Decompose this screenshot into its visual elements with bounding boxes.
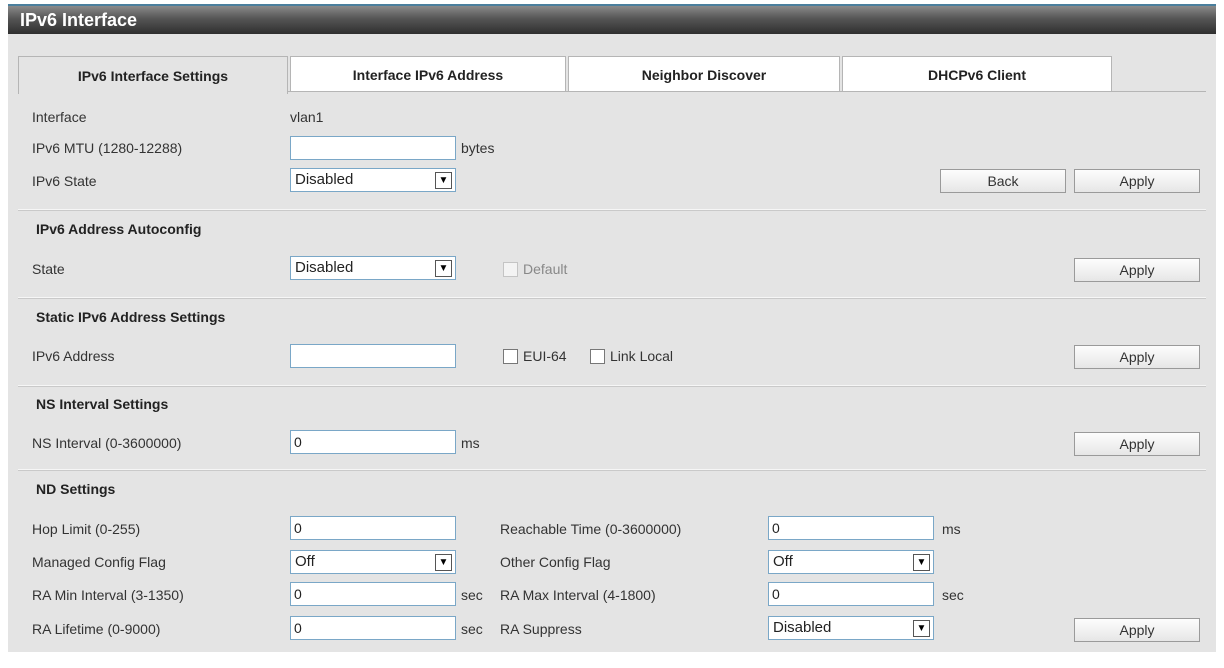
button-label: Apply xyxy=(1119,262,1155,278)
reachable-time-unit: ms xyxy=(942,521,961,537)
nd-settings-section: ND Settings Hop Limit (0-255) Reachable … xyxy=(18,471,1206,649)
tab-interface-ipv6-address[interactable]: Interface IPv6 Address xyxy=(290,56,566,92)
ra-suppress-select[interactable]: Disabled ▼ xyxy=(768,616,934,640)
ipv6-state-select[interactable]: Disabled ▼ xyxy=(290,168,456,192)
ra-lifetime-label: RA Lifetime (0-9000) xyxy=(32,621,161,637)
ra-max-interval-label: RA Max Interval (4-1800) xyxy=(500,587,656,603)
chevron-down-icon: ▼ xyxy=(435,172,452,189)
page-title: IPv6 Interface xyxy=(20,10,138,30)
ns-interval-label: NS Interval (0-3600000) xyxy=(32,435,182,451)
button-label: Back xyxy=(987,173,1019,189)
reachable-time-input[interactable] xyxy=(768,516,934,540)
ra-lifetime-input[interactable] xyxy=(290,616,456,640)
chevron-down-icon: ▼ xyxy=(913,620,930,637)
tab-dhcpv6-client[interactable]: DHCPv6 Client xyxy=(842,56,1112,92)
ra-min-interval-label: RA Min Interval (3-1350) xyxy=(32,587,184,603)
title-bar: IPv6 Interface xyxy=(8,4,1216,34)
select-value: Disabled xyxy=(773,619,832,636)
button-label: Apply xyxy=(1119,349,1155,365)
ra-max-interval-unit: sec xyxy=(942,587,964,603)
button-label: Apply xyxy=(1119,173,1155,189)
link-local-label: Link Local xyxy=(610,348,674,364)
autoconfig-state-select[interactable]: Disabled ▼ xyxy=(290,256,456,280)
autoconfig-title: IPv6 Address Autoconfig xyxy=(36,221,202,237)
ra-suppress-label: RA Suppress xyxy=(500,621,582,637)
chevron-down-icon: ▼ xyxy=(435,554,452,571)
ipv6-state-label: IPv6 State xyxy=(32,173,97,189)
tab-label: Interface IPv6 Address xyxy=(352,66,504,83)
ns-interval-unit: ms xyxy=(461,435,480,451)
static-address-section: Static IPv6 Address Settings IPv6 Addres… xyxy=(18,299,1206,386)
interface-value: vlan1 xyxy=(290,109,324,125)
hop-limit-input[interactable] xyxy=(290,516,456,540)
default-label: Default xyxy=(523,261,568,277)
mtu-unit: bytes xyxy=(461,140,495,156)
ra-lifetime-unit: sec xyxy=(461,621,483,637)
page: IPv6 Interface IPv6 Interface Settings I… xyxy=(0,0,1224,668)
select-value: Off xyxy=(773,553,793,570)
hop-limit-label: Hop Limit (0-255) xyxy=(32,521,141,537)
managed-config-flag-select[interactable]: Off ▼ xyxy=(290,550,456,574)
mtu-label: IPv6 MTU (1280-12288) xyxy=(32,140,183,156)
tab-ipv6-interface-settings[interactable]: IPv6 Interface Settings xyxy=(18,56,288,94)
autoconfig-state-label: State xyxy=(32,261,65,277)
select-value: Disabled xyxy=(295,259,354,276)
select-value: Disabled xyxy=(295,171,354,188)
ipv6-address-input[interactable] xyxy=(290,344,456,368)
button-label: Apply xyxy=(1119,622,1155,638)
tab-label: IPv6 Interface Settings xyxy=(77,67,229,84)
eui64-label: EUI-64 xyxy=(523,348,567,364)
ra-max-interval-input[interactable] xyxy=(768,582,934,606)
nd-settings-apply-button[interactable]: Apply xyxy=(1074,618,1200,642)
managed-config-flag-label: Managed Config Flag xyxy=(32,554,166,570)
static-address-apply-button[interactable]: Apply xyxy=(1074,345,1200,369)
eui64-checkbox[interactable] xyxy=(503,349,518,364)
content-panel: IPv6 Interface Settings Interface IPv6 A… xyxy=(8,34,1216,652)
other-config-flag-select[interactable]: Off ▼ xyxy=(768,550,934,574)
interface-settings-section: Interface vlan1 IPv6 MTU (1280-12288) by… xyxy=(18,92,1206,210)
link-local-checkbox[interactable] xyxy=(590,349,605,364)
interface-label: Interface xyxy=(32,109,87,125)
tab-neighbor-discover[interactable]: Neighbor Discover xyxy=(568,56,840,92)
chevron-down-icon: ▼ xyxy=(435,260,452,277)
chevron-down-icon: ▼ xyxy=(913,554,930,571)
default-checkbox[interactable] xyxy=(503,262,518,277)
ra-min-interval-input[interactable] xyxy=(290,582,456,606)
tab-label: DHCPv6 Client xyxy=(927,66,1027,83)
button-label: Apply xyxy=(1119,436,1155,452)
ns-interval-apply-button[interactable]: Apply xyxy=(1074,432,1200,456)
ns-interval-input[interactable] xyxy=(290,430,456,454)
mtu-input[interactable] xyxy=(290,136,456,160)
back-button[interactable]: Back xyxy=(940,169,1066,193)
nd-settings-title: ND Settings xyxy=(36,481,116,497)
ns-interval-section: NS Interval Settings NS Interval (0-3600… xyxy=(18,387,1206,470)
static-address-title: Static IPv6 Address Settings xyxy=(36,309,226,325)
interface-apply-button[interactable]: Apply xyxy=(1074,169,1200,193)
ns-interval-title: NS Interval Settings xyxy=(36,396,169,412)
reachable-time-label: Reachable Time (0-3600000) xyxy=(500,521,682,537)
other-config-flag-label: Other Config Flag xyxy=(500,554,611,570)
ipv6-address-label: IPv6 Address xyxy=(32,348,115,364)
autoconfig-apply-button[interactable]: Apply xyxy=(1074,258,1200,282)
ra-min-interval-unit: sec xyxy=(461,587,483,603)
autoconfig-section: IPv6 Address Autoconfig State Disabled ▼… xyxy=(18,211,1206,298)
select-value: Off xyxy=(295,553,315,570)
tab-label: Neighbor Discover xyxy=(641,66,767,83)
